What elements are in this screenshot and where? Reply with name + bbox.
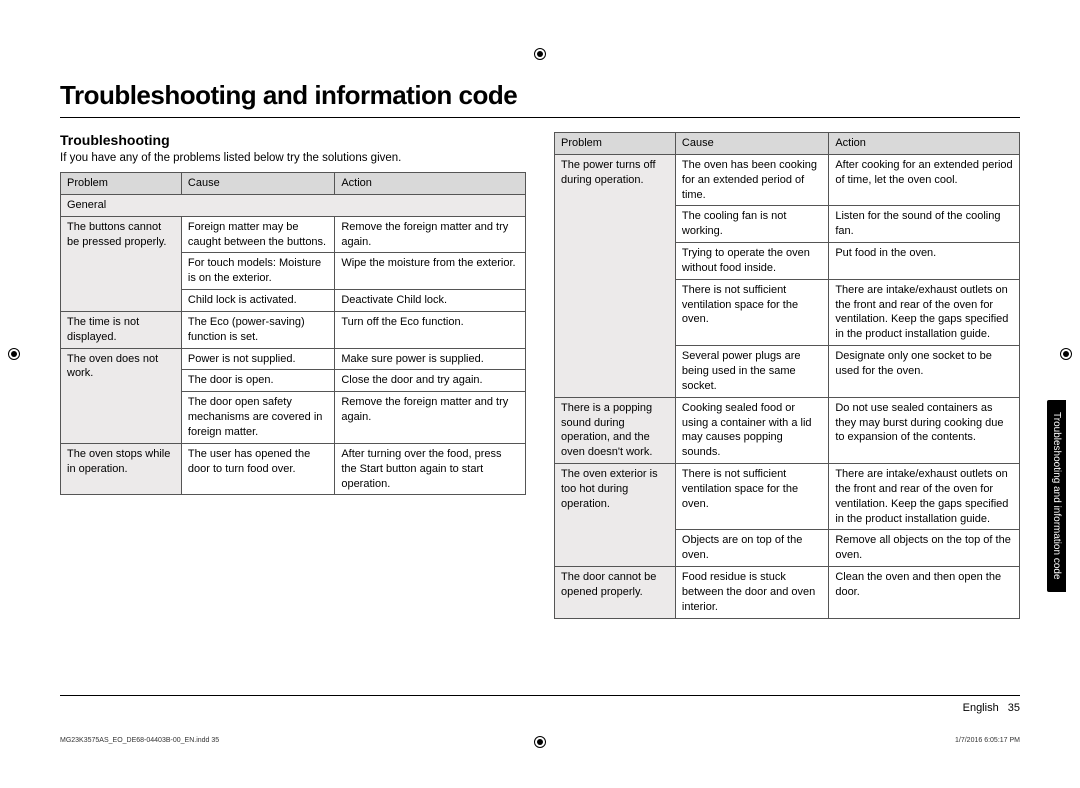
action-cell: Put food in the oven. [829, 243, 1020, 280]
action-cell: Listen for the sound of the cooling fan. [829, 206, 1020, 243]
action-cell: There are intake/exhaust outlets on the … [829, 464, 1020, 530]
lang-label: English [963, 702, 999, 714]
footer-meta-left: MG23K3575AS_EO_DE68-04403B-00_EN.indd 35 [60, 737, 219, 744]
content-columns: Troubleshooting If you have any of the p… [60, 132, 1020, 619]
action-cell: Close the door and try again. [335, 370, 526, 392]
cause-cell: There is not sufficient ventilation spac… [675, 279, 828, 345]
problem-cell: The door cannot be opened properly. [555, 567, 676, 619]
cause-cell: Foreign matter may be caught between the… [181, 216, 334, 253]
action-cell: Remove the foreign matter and try again. [335, 392, 526, 444]
section-heading: Troubleshooting [60, 132, 526, 148]
intro-text: If you have any of the problems listed b… [60, 152, 526, 164]
cause-cell: Objects are on top of the oven. [675, 530, 828, 567]
right-column: Problem Cause Action The power turns off… [554, 132, 1020, 619]
action-cell: Wipe the moisture from the exterior. [335, 253, 526, 290]
table-row: The oven exterior is too hot during oper… [555, 464, 1020, 530]
cause-cell: There is not sufficient ventilation spac… [675, 464, 828, 530]
col-header-action: Action [829, 133, 1020, 155]
action-cell: Do not use sealed containers as they may… [829, 397, 1020, 463]
cause-cell: Food residue is stuck between the door a… [675, 567, 828, 619]
crop-mark [534, 48, 546, 60]
cause-cell: Several power plugs are being used in th… [675, 346, 828, 398]
cause-cell: Child lock is activated. [181, 290, 334, 312]
action-cell: Deactivate Child lock. [335, 290, 526, 312]
cause-cell: Cooking sealed food or using a container… [675, 397, 828, 463]
col-header-problem: Problem [61, 173, 182, 195]
crop-mark [534, 736, 546, 748]
cause-cell: The door is open. [181, 370, 334, 392]
col-header-problem: Problem [555, 133, 676, 155]
table-row: The door cannot be opened properly.Food … [555, 567, 1020, 619]
cause-cell: The oven has been cooking for an extende… [675, 154, 828, 206]
problem-cell: The time is not displayed. [61, 311, 182, 348]
table-row: The time is not displayed.The Eco (power… [61, 311, 526, 348]
troubleshooting-table-right: Problem Cause Action The power turns off… [554, 132, 1020, 619]
table-row: The oven does not work.Power is not supp… [61, 348, 526, 370]
page-language: English 35 [963, 702, 1020, 714]
action-cell: Make sure power is supplied. [335, 348, 526, 370]
table-row: There is a popping sound during operatio… [555, 397, 1020, 463]
footer-rule [60, 695, 1020, 696]
table-row: The oven stops while in operation.The us… [61, 443, 526, 495]
cause-cell: The cooling fan is not working. [675, 206, 828, 243]
cause-cell: The Eco (power-saving) function is set. [181, 311, 334, 348]
troubleshooting-table-left: Problem Cause Action General The buttons… [60, 172, 526, 495]
crop-mark [8, 348, 20, 360]
problem-cell: There is a popping sound during operatio… [555, 397, 676, 463]
cause-cell: Trying to operate the oven without food … [675, 243, 828, 280]
cause-cell: For touch models: Moisture is on the ext… [181, 253, 334, 290]
table-row: The buttons cannot be pressed properly.F… [61, 216, 526, 253]
problem-cell: The oven does not work. [61, 348, 182, 443]
page-number: 35 [1008, 702, 1020, 714]
footer-meta-right: 1/7/2016 6:05:17 PM [955, 737, 1020, 744]
col-header-cause: Cause [675, 133, 828, 155]
page-title: Troubleshooting and information code [60, 80, 1020, 118]
problem-cell: The oven exterior is too hot during oper… [555, 464, 676, 567]
cause-cell: Power is not supplied. [181, 348, 334, 370]
cause-cell: The user has opened the door to turn foo… [181, 443, 334, 495]
action-cell: There are intake/exhaust outlets on the … [829, 279, 1020, 345]
action-cell: Designate only one socket to be used for… [829, 346, 1020, 398]
table-row: The power turns off during operation.The… [555, 154, 1020, 206]
action-cell: After cooking for an extended period of … [829, 154, 1020, 206]
action-cell: Remove the foreign matter and try again. [335, 216, 526, 253]
action-cell: Remove all objects on the top of the ove… [829, 530, 1020, 567]
problem-cell: The oven stops while in operation. [61, 443, 182, 495]
action-cell: Turn off the Eco function. [335, 311, 526, 348]
col-header-action: Action [335, 173, 526, 195]
side-tab: Troubleshooting and information code [1047, 400, 1066, 592]
group-row: General [61, 194, 526, 216]
problem-cell: The power turns off during operation. [555, 154, 676, 397]
problem-cell: The buttons cannot be pressed properly. [61, 216, 182, 311]
crop-mark [1060, 348, 1072, 360]
action-cell: Clean the oven and then open the door. [829, 567, 1020, 619]
action-cell: After turning over the food, press the S… [335, 443, 526, 495]
left-column: Troubleshooting If you have any of the p… [60, 132, 526, 619]
col-header-cause: Cause [181, 173, 334, 195]
cause-cell: The door open safety mechanisms are cove… [181, 392, 334, 444]
